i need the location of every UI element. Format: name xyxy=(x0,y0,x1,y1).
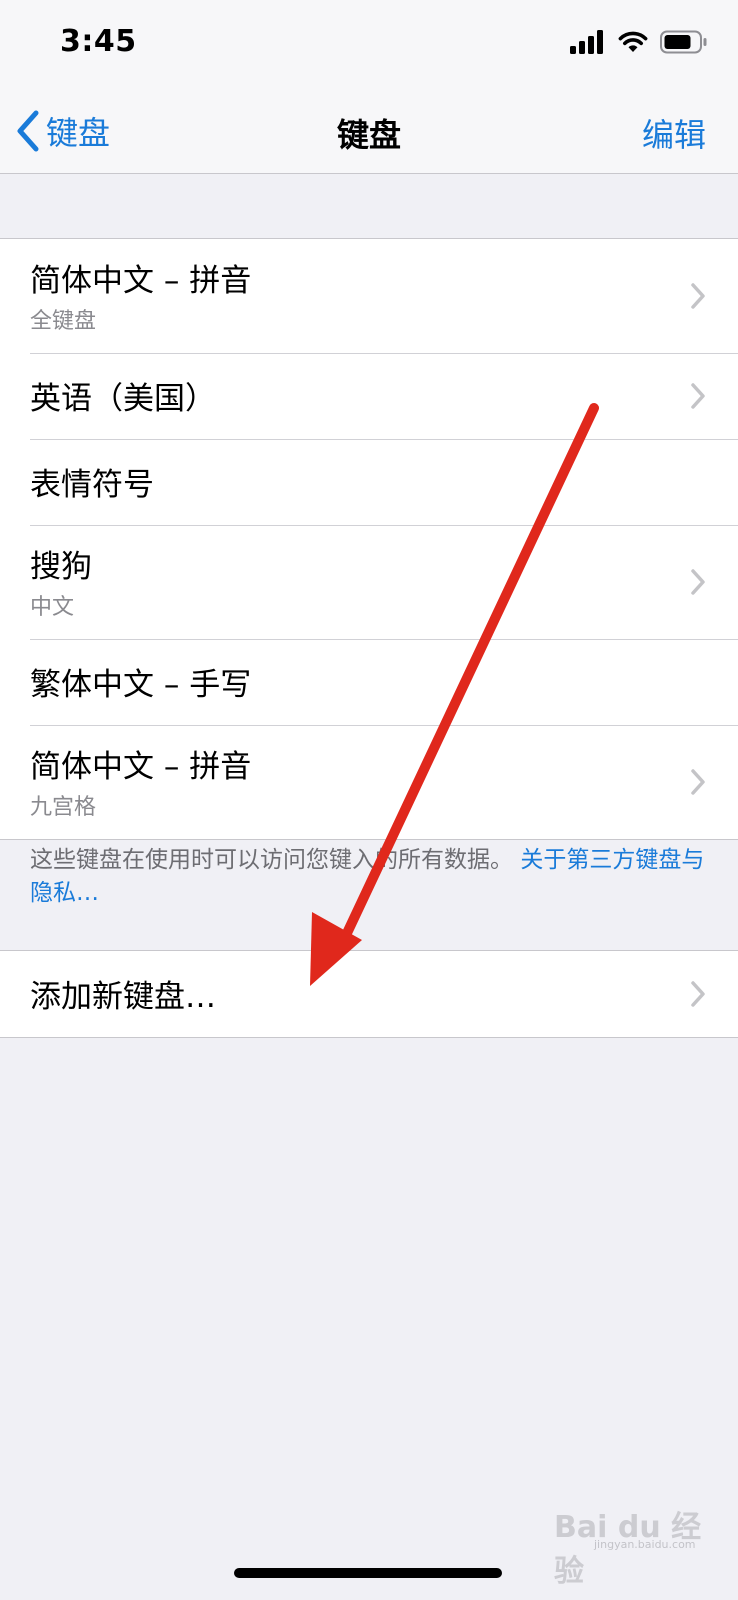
home-indicator[interactable] xyxy=(234,1568,502,1578)
back-button-label: 键盘 xyxy=(46,114,111,152)
keyboard-title: 简体中文 – 拼音 xyxy=(30,749,252,785)
keyboard-row-traditional-handwriting[interactable]: 繁体中文 – 手写 xyxy=(0,639,738,725)
keyboard-subtitle: 全键盘 xyxy=(30,309,97,334)
back-button[interactable]: 键盘 xyxy=(16,108,110,154)
edit-button[interactable]: 编辑 xyxy=(642,110,706,156)
chevron-right-icon xyxy=(691,383,705,409)
keyboard-row-sogou[interactable]: 搜狗 中文 xyxy=(0,525,738,639)
chevron-right-icon xyxy=(691,769,705,795)
baidu-watermark: Bai du 经验 jingyan.baidu.com xyxy=(554,1502,704,1589)
keyboard-title: 搜狗 xyxy=(30,549,92,585)
keyboards-list: 简体中文 – 拼音 全键盘 英语（美国） 表情符号 搜狗 中文 繁体中文 – 手… xyxy=(0,238,738,840)
keyboard-subtitle: 九宫格 xyxy=(30,795,97,820)
add-keyboard-group: 添加新键盘… xyxy=(0,950,738,1038)
watermark-subtext: jingyan.baidu.com xyxy=(594,1538,696,1551)
keyboard-row-pinyin-9key[interactable]: 简体中文 – 拼音 九宫格 xyxy=(0,725,738,839)
keyboard-subtitle: 中文 xyxy=(30,595,75,620)
chevron-right-icon xyxy=(691,569,705,595)
keyboard-title: 英语（美国） xyxy=(30,381,216,417)
privacy-note-text: 这些键盘在使用时可以访问您键入的所有数据。 xyxy=(30,847,513,873)
chevron-left-icon xyxy=(17,110,39,152)
keyboard-row-pinyin-full[interactable]: 简体中文 – 拼音 全键盘 xyxy=(0,239,738,353)
status-icons xyxy=(570,30,708,54)
keyboard-row-english-us[interactable]: 英语（美国） xyxy=(0,353,738,439)
page-title: 键盘 xyxy=(336,116,401,154)
status-bar: 3:45 xyxy=(0,0,738,92)
navigation-bar: 键盘 键盘 编辑 xyxy=(0,92,738,174)
settings-screen: 3:45 键盘 键盘 编辑 简体中文 – 拼音 全键盘 英语（美国） 表情符号 … xyxy=(0,0,738,1600)
keyboard-title: 表情符号 xyxy=(30,467,154,503)
chevron-right-icon xyxy=(691,981,705,1007)
add-new-keyboard-label: 添加新键盘… xyxy=(30,979,216,1015)
wifi-icon xyxy=(618,31,648,52)
cellular-signal-icon xyxy=(570,30,603,54)
add-new-keyboard-row[interactable]: 添加新键盘… xyxy=(0,951,738,1037)
chevron-right-icon xyxy=(691,283,705,309)
status-time: 3:45 xyxy=(60,24,137,59)
privacy-footer-note: 这些键盘在使用时可以访问您键入的所有数据。 关于第三方键盘与隐私… xyxy=(30,844,710,910)
keyboard-title: 简体中文 – 拼音 xyxy=(30,263,252,299)
battery-icon xyxy=(660,30,707,54)
keyboard-row-emoji[interactable]: 表情符号 xyxy=(0,439,738,525)
keyboard-title: 繁体中文 – 手写 xyxy=(30,667,252,703)
